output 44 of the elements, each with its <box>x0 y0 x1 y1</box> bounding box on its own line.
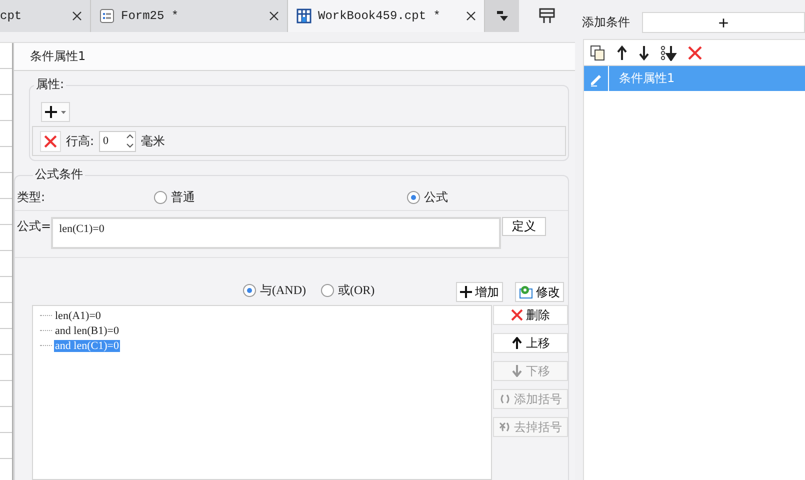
arrow-down-icon <box>511 365 523 377</box>
table-icon <box>296 8 312 24</box>
delete-button[interactable]: 删除 <box>493 305 568 325</box>
section-title: 公式条件 <box>33 166 85 183</box>
move-bottom-icon[interactable] <box>660 44 678 60</box>
add-button[interactable]: 增加 <box>456 282 503 302</box>
close-icon[interactable] <box>466 11 476 21</box>
unit-label: 毫米 <box>141 132 166 150</box>
row-height-spinner[interactable]: 0 <box>99 130 136 152</box>
add-condition-button[interactable]: + <box>642 12 805 33</box>
condition-item[interactable]: len(A1)=0 <box>54 310 102 322</box>
section-title: 属性: <box>34 76 66 93</box>
up-button[interactable]: 上移 <box>493 333 568 353</box>
plus-icon <box>460 286 472 298</box>
modify-button[interactable]: 修改 <box>515 282 564 302</box>
tab-list-icon <box>496 10 508 22</box>
logic-radio[interactable]: 与(AND) <box>243 282 306 299</box>
delete-button[interactable] <box>40 130 61 152</box>
condition-item[interactable]: and len(B1)=0 <box>54 324 120 336</box>
arrow-down-icon[interactable] <box>638 44 650 60</box>
logic-radio[interactable]: 或(OR) <box>321 282 375 299</box>
copy-icon[interactable] <box>590 44 606 60</box>
close-icon[interactable] <box>72 11 82 21</box>
close-icon <box>511 309 523 321</box>
arrow-up-icon <box>511 337 523 349</box>
arrow-up-icon[interactable] <box>616 44 628 60</box>
type-radio[interactable]: 公式 <box>407 188 448 206</box>
close-icon <box>44 134 57 148</box>
type-radio[interactable]: 普通 <box>154 188 195 206</box>
delete-icon[interactable] <box>688 46 702 60</box>
remove-brackets-icon <box>499 421 511 433</box>
document-tab[interactable]: WorkBook459.cpt * <box>288 0 485 32</box>
form-icon <box>99 8 115 24</box>
add-dropdown-button[interactable] <box>41 102 70 122</box>
define-button[interactable]: 定义 <box>502 217 546 236</box>
type-label: 类型: <box>17 188 46 206</box>
tab-menu-button[interactable] <box>485 0 519 32</box>
brackets-icon <box>499 393 511 405</box>
close-icon[interactable] <box>269 11 279 21</box>
row-height-label: 行高: <box>66 132 94 150</box>
add-condition-label: 添加条件 <box>582 14 630 31</box>
formula-field[interactable]: len(C1)=0 <box>51 217 502 249</box>
formula-label: 公式= <box>17 218 52 235</box>
dialog-title: 条件属性1 <box>14 43 575 71</box>
